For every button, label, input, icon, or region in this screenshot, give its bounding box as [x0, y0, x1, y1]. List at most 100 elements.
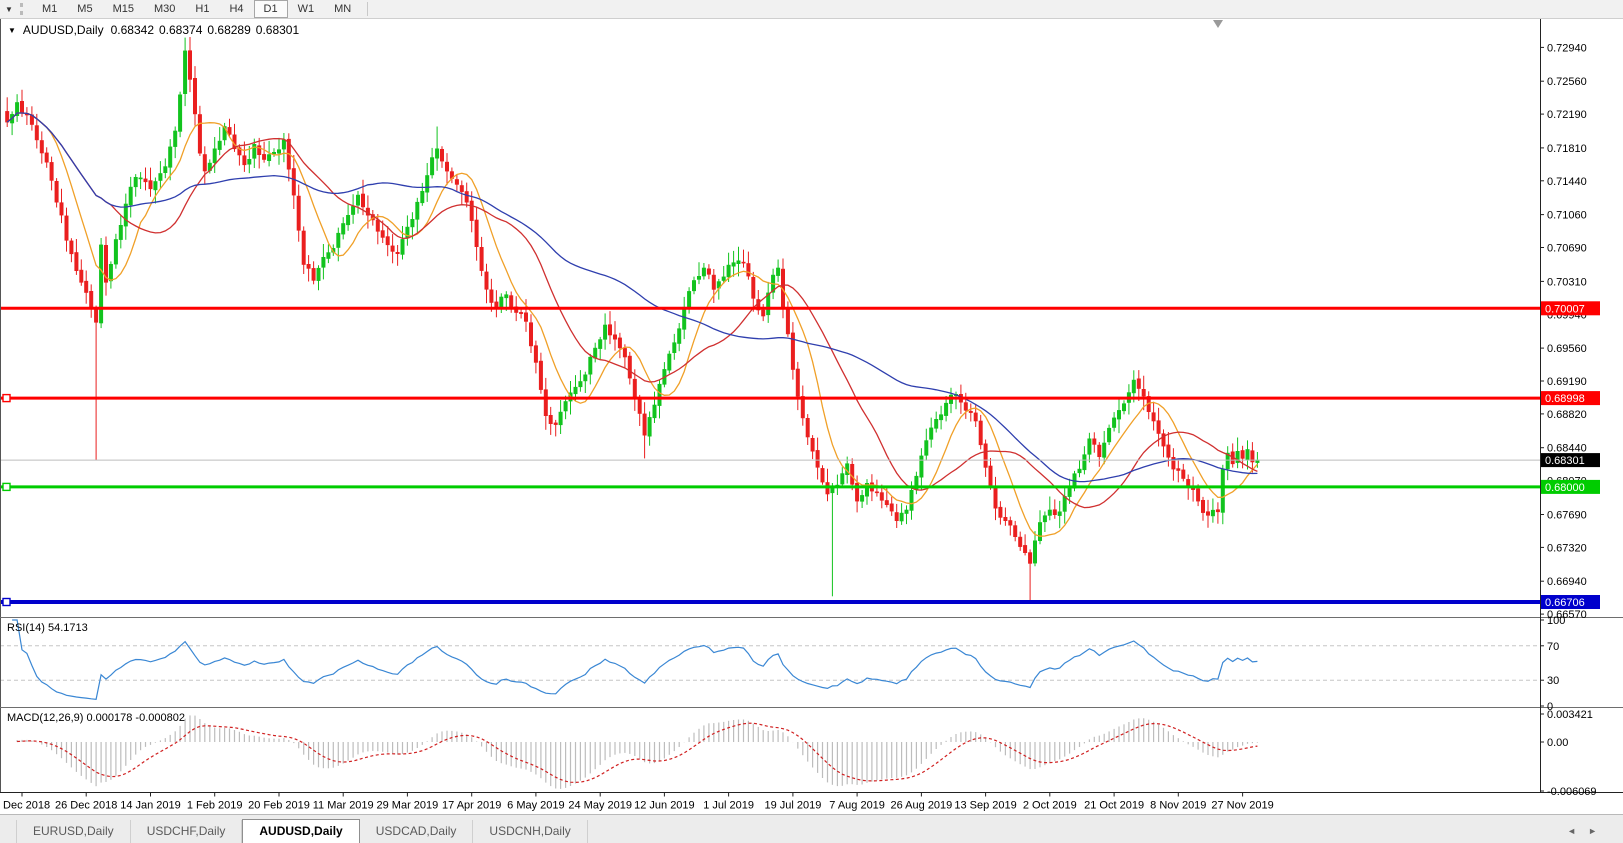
candle — [134, 177, 137, 187]
tab-scroll-right-icon[interactable]: ► — [1588, 826, 1597, 836]
candle — [203, 155, 206, 172]
candle — [342, 224, 345, 235]
candle — [1058, 512, 1061, 516]
period-button-m30[interactable]: M30 — [144, 0, 185, 18]
candle — [633, 379, 636, 398]
candle — [45, 153, 48, 162]
svg-text:0.68000: 0.68000 — [1545, 482, 1585, 494]
candle — [524, 313, 527, 322]
svg-text:2 Oct 2019: 2 Oct 2019 — [1023, 800, 1077, 812]
svg-text:0.72560: 0.72560 — [1547, 76, 1587, 88]
level-line-handle[interactable] — [3, 483, 10, 490]
candle — [875, 492, 878, 493]
candle — [178, 95, 181, 132]
period-button-m5[interactable]: M5 — [67, 0, 102, 18]
candle — [465, 192, 468, 203]
candle — [658, 384, 661, 405]
level-line-handle[interactable] — [3, 395, 10, 402]
candle — [594, 348, 597, 358]
candle — [613, 335, 616, 339]
chart-tab-usdcnh[interactable]: USDCNH,Daily — [473, 820, 587, 843]
candle — [618, 338, 621, 348]
svg-text:1 Jul 2019: 1 Jul 2019 — [703, 800, 754, 812]
candle — [188, 51, 191, 80]
candle — [337, 233, 340, 247]
candle — [435, 149, 438, 158]
candle — [1182, 470, 1185, 479]
svg-text:0.67320: 0.67320 — [1547, 542, 1587, 554]
candle — [1142, 389, 1145, 396]
candle — [900, 513, 903, 521]
level-line-handle[interactable] — [3, 599, 10, 606]
period-button-mn[interactable]: MN — [324, 0, 361, 18]
svg-text:19 Jul 2019: 19 Jul 2019 — [764, 800, 821, 812]
tab-scroll-left-icon[interactable]: ◄ — [1567, 826, 1576, 836]
candle — [85, 281, 88, 292]
candle — [939, 415, 942, 420]
price-badge: 0.70007 — [1541, 301, 1600, 315]
candle — [1201, 500, 1204, 512]
candle — [505, 295, 508, 298]
svg-text:13 Sep 2019: 13 Sep 2019 — [954, 800, 1016, 812]
candle — [396, 252, 399, 253]
chart-header: ▼ AUDUSD,Daily 0.68342 0.68374 0.68289 0… — [8, 23, 299, 37]
candle — [1038, 523, 1041, 541]
candle — [302, 231, 305, 265]
period-button-w1[interactable]: W1 — [288, 0, 325, 18]
period-button-h1[interactable]: H1 — [185, 0, 219, 18]
price-badge: 0.68301 — [1541, 453, 1600, 467]
candle — [119, 225, 122, 239]
candle — [411, 219, 414, 227]
price-badge: 0.66706 — [1541, 595, 1600, 609]
candle — [312, 268, 315, 280]
candle — [816, 450, 819, 467]
candle — [154, 182, 157, 190]
candle — [174, 131, 177, 147]
svg-text:0.70007: 0.70007 — [1545, 303, 1585, 315]
candle — [564, 402, 567, 412]
candle — [732, 263, 735, 267]
candle — [1152, 413, 1155, 421]
candle — [1009, 521, 1012, 526]
candle — [94, 310, 97, 323]
candle — [890, 504, 893, 511]
collapse-triangle-icon[interactable]: ▼ — [8, 26, 16, 35]
period-button-m1[interactable]: M1 — [32, 0, 67, 18]
candle — [643, 414, 646, 435]
chart-tab-usdcad[interactable]: USDCAD,Daily — [360, 820, 474, 843]
candle — [391, 246, 394, 252]
period-toolbar: ▼ M1M5M15M30H1H4D1W1MN — [0, 0, 1623, 19]
chart-tab-eurusd[interactable]: EURUSD,Daily — [16, 820, 131, 843]
candle — [944, 403, 947, 415]
svg-text:20 Feb 2019: 20 Feb 2019 — [248, 800, 310, 812]
candle — [322, 257, 325, 267]
candle — [193, 78, 196, 114]
candle — [262, 154, 265, 159]
candle — [589, 357, 592, 374]
candle — [974, 413, 977, 421]
chart-tab-audusd[interactable]: AUDUSD,Daily — [242, 819, 359, 843]
candle — [1103, 443, 1106, 457]
chevron-down-icon[interactable]: ▼ — [0, 5, 18, 14]
candle — [776, 268, 779, 276]
chart-tab-usdchf[interactable]: USDCHF,Daily — [131, 820, 243, 843]
period-button-h4[interactable]: H4 — [219, 0, 253, 18]
price-chart-canvas[interactable]: 0.729400.725600.721900.718100.714400.710… — [0, 18, 1623, 814]
period-button-m15[interactable]: M15 — [103, 0, 144, 18]
candle — [1241, 451, 1244, 459]
candle — [860, 495, 863, 501]
candle — [1004, 517, 1007, 520]
candle — [243, 156, 246, 165]
candle — [1023, 545, 1026, 552]
candle — [905, 510, 908, 514]
svg-text:0.72190: 0.72190 — [1547, 109, 1587, 121]
period-button-d1[interactable]: D1 — [254, 0, 288, 18]
symbol-tab-bar: EURUSD,DailyUSDCHF,DailyAUDUSD,DailyUSDC… — [0, 814, 1623, 843]
candle — [579, 382, 582, 387]
svg-text:29 Mar 2019: 29 Mar 2019 — [377, 800, 439, 812]
candle — [584, 375, 587, 381]
candle — [707, 269, 710, 275]
candle — [648, 417, 651, 436]
price-badge: 0.68998 — [1541, 391, 1600, 405]
toolbar-grip-handle[interactable] — [20, 3, 26, 15]
